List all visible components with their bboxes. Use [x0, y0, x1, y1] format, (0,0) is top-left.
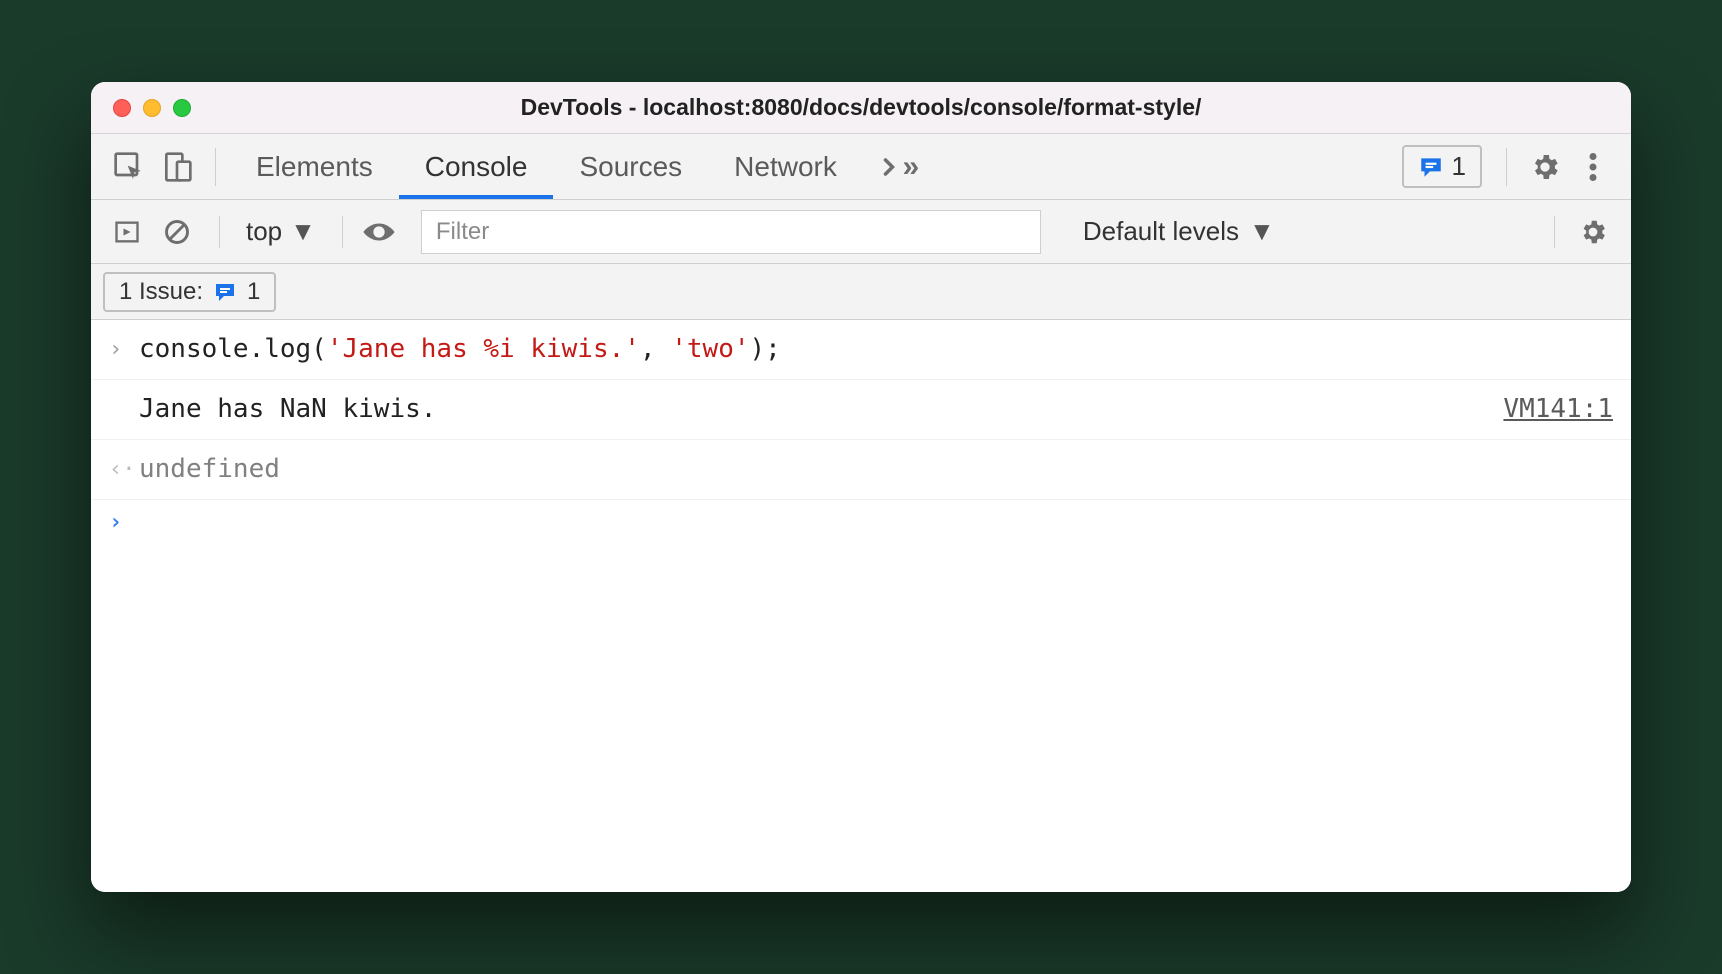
console-prompt-row[interactable]: › — [91, 500, 1631, 545]
issue-row: 1 Issue: 1 — [91, 264, 1631, 320]
close-window-button[interactable] — [113, 99, 131, 117]
dropdown-icon: ▼ — [290, 216, 316, 247]
console-input-row: › console.log('Jane has %i kiwis.', 'two… — [91, 320, 1631, 380]
inspect-element-icon[interactable] — [105, 143, 153, 191]
output-gutter — [109, 390, 139, 393]
divider — [215, 148, 216, 186]
window-title: DevTools - localhost:8080/docs/devtools/… — [91, 94, 1631, 121]
dropdown-icon: ▼ — [1249, 216, 1275, 247]
filter-input[interactable] — [421, 210, 1041, 254]
tab-sources[interactable]: Sources — [553, 134, 708, 199]
issues-badge[interactable]: 1 — [1402, 145, 1482, 188]
return-chevron-icon: ‹· — [109, 450, 139, 486]
issues-count: 1 — [1452, 151, 1466, 182]
tabstrip: Elements Console Sources Network » 1 — [91, 134, 1631, 200]
code-token: ); — [750, 334, 781, 364]
devtools-window: DevTools - localhost:8080/docs/devtools/… — [91, 82, 1631, 892]
tab-console[interactable]: Console — [399, 134, 554, 199]
context-select[interactable]: top ▼ — [234, 216, 328, 247]
maximize-window-button[interactable] — [173, 99, 191, 117]
clear-console-icon[interactable] — [155, 210, 199, 254]
context-label: top — [246, 216, 282, 247]
divider — [1506, 148, 1507, 186]
device-toggle-icon[interactable] — [153, 143, 201, 191]
console-body[interactable]: › console.log('Jane has %i kiwis.', 'two… — [91, 320, 1631, 892]
message-icon — [213, 280, 237, 304]
code-token: console.log( — [139, 334, 327, 364]
console-return-text: undefined — [139, 450, 1613, 489]
traffic-lights — [113, 99, 191, 117]
titlebar: DevTools - localhost:8080/docs/devtools/… — [91, 82, 1631, 134]
issue-chip-label: 1 Issue: — [119, 278, 203, 306]
toggle-sidebar-icon[interactable] — [105, 210, 149, 254]
settings-gear-icon[interactable] — [1521, 143, 1569, 191]
input-chevron-icon: › — [109, 330, 139, 366]
console-settings-gear-icon[interactable] — [1569, 208, 1617, 256]
more-tabs-icon[interactable]: » — [873, 143, 921, 191]
divider — [1554, 216, 1555, 248]
prompt-chevron-icon: › — [109, 510, 139, 535]
divider — [219, 216, 220, 248]
live-expression-icon[interactable] — [357, 210, 401, 254]
kebab-menu-icon[interactable] — [1569, 143, 1617, 191]
issue-chip[interactable]: 1 Issue: 1 — [103, 272, 276, 312]
source-link[interactable]: VM141:1 — [1503, 390, 1613, 429]
issue-chip-count: 1 — [247, 278, 260, 306]
tab-elements[interactable]: Elements — [230, 134, 399, 199]
console-input-code: console.log('Jane has %i kiwis.', 'two')… — [139, 330, 1613, 369]
console-return-row: ‹· undefined — [91, 440, 1631, 500]
code-token: , — [640, 334, 671, 364]
code-string: 'Jane has %i kiwis.' — [327, 334, 640, 364]
levels-label: Default levels — [1083, 216, 1239, 247]
console-output-row: Jane has NaN kiwis. VM141:1 — [91, 380, 1631, 440]
console-output-text: Jane has NaN kiwis. — [139, 390, 1483, 429]
divider — [342, 216, 343, 248]
console-toolbar: top ▼ Default levels ▼ — [91, 200, 1631, 264]
code-string: 'two' — [671, 334, 749, 364]
tab-network[interactable]: Network — [708, 134, 863, 199]
minimize-window-button[interactable] — [143, 99, 161, 117]
message-icon — [1418, 154, 1444, 180]
log-levels-select[interactable]: Default levels ▼ — [1083, 216, 1275, 247]
